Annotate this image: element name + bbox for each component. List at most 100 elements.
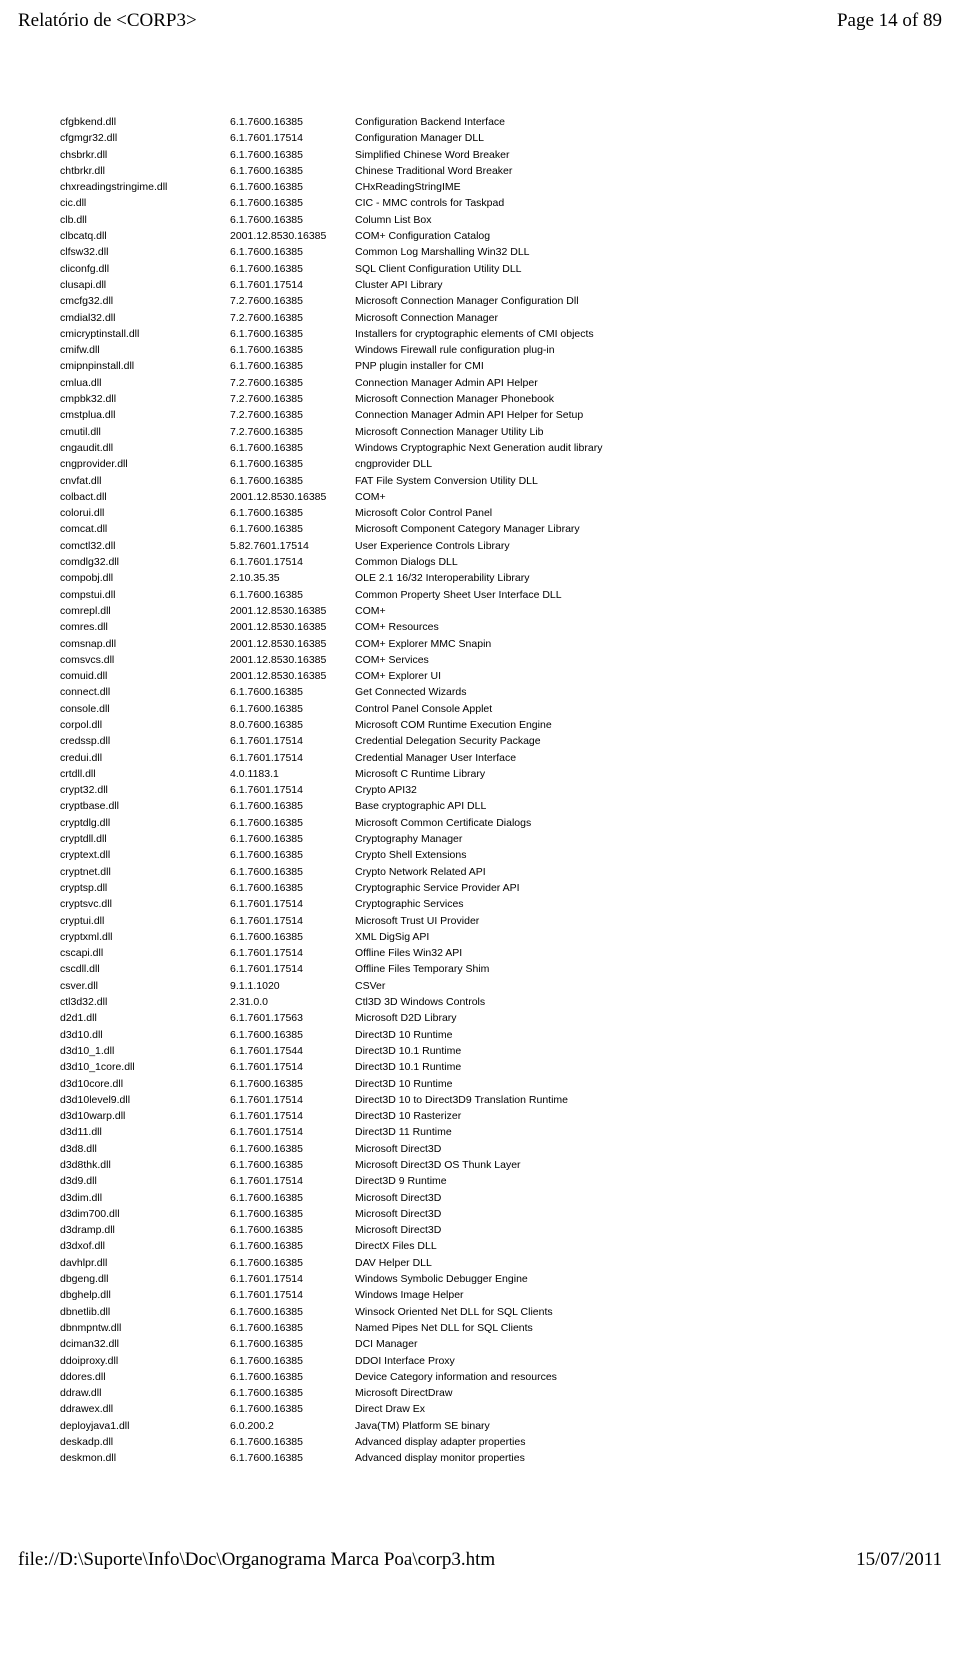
table-row: d3d10core.dll6.1.7600.16385Direct3D 10 R… (60, 1076, 940, 1092)
file-version: 6.1.7600.16385 (230, 815, 355, 831)
file-description: Advanced display adapter properties (355, 1434, 940, 1450)
file-name: console.dll (60, 701, 230, 717)
file-name: deployjava1.dll (60, 1418, 230, 1434)
table-row: clb.dll6.1.7600.16385Column List Box (60, 212, 940, 228)
table-row: deployjava1.dll6.0.200.2Java(TM) Platfor… (60, 1418, 940, 1434)
table-row: cngaudit.dll6.1.7600.16385Windows Crypto… (60, 440, 940, 456)
table-row: cryptdll.dll6.1.7600.16385Cryptography M… (60, 831, 940, 847)
file-name: cryptnet.dll (60, 864, 230, 880)
file-description: Named Pipes Net DLL for SQL Clients (355, 1320, 940, 1336)
file-description: CSVer (355, 978, 940, 994)
file-table: cfgbkend.dll6.1.7600.16385Configuration … (0, 40, 960, 1487)
table-row: dbgeng.dll6.1.7601.17514Windows Symbolic… (60, 1271, 940, 1287)
file-name: d3d10.dll (60, 1027, 230, 1043)
table-row: cmlua.dll7.2.7600.16385Connection Manage… (60, 375, 940, 391)
file-description: Cryptographic Services (355, 896, 940, 912)
file-description: COM+ Services (355, 652, 940, 668)
table-row: comsvcs.dll2001.12.8530.16385COM+ Servic… (60, 652, 940, 668)
file-description: Cryptography Manager (355, 831, 940, 847)
table-row: comcat.dll6.1.7600.16385Microsoft Compon… (60, 521, 940, 537)
file-name: d3d10level9.dll (60, 1092, 230, 1108)
table-row: ddrawex.dll6.1.7600.16385Direct Draw Ex (60, 1401, 940, 1417)
file-description: OLE 2.1 16/32 Interoperability Library (355, 570, 940, 586)
file-name: compstui.dll (60, 587, 230, 603)
file-description: DAV Helper DLL (355, 1255, 940, 1271)
file-description: Direct3D 11 Runtime (355, 1124, 940, 1140)
file-version: 6.1.7600.16385 (230, 1401, 355, 1417)
file-description: XML DigSig API (355, 929, 940, 945)
file-name: comctl32.dll (60, 538, 230, 554)
page-header: Relatório de <CORP3> Page 14 of 89 (0, 0, 960, 40)
file-version: 6.1.7600.16385 (230, 114, 355, 130)
file-name: cmifw.dll (60, 342, 230, 358)
file-description: Microsoft Connection Manager Utility Lib (355, 424, 940, 440)
file-version: 6.1.7601.17514 (230, 1287, 355, 1303)
file-description: COM+ Configuration Catalog (355, 228, 940, 244)
file-description: Control Panel Console Applet (355, 701, 940, 717)
file-version: 6.1.7600.16385 (230, 701, 355, 717)
footer-date: 15/07/2011 (856, 1549, 942, 1571)
table-row: colorui.dll6.1.7600.16385Microsoft Color… (60, 505, 940, 521)
file-version: 9.1.1.1020 (230, 978, 355, 994)
file-name: dbnmpntw.dll (60, 1320, 230, 1336)
file-description: Crypto Network Related API (355, 864, 940, 880)
file-version: 6.1.7600.16385 (230, 358, 355, 374)
file-name: d3d8thk.dll (60, 1157, 230, 1173)
file-description: Microsoft D2D Library (355, 1010, 940, 1026)
file-name: credssp.dll (60, 733, 230, 749)
table-row: cryptsp.dll6.1.7600.16385Cryptographic S… (60, 880, 940, 896)
file-description: COM+ Resources (355, 619, 940, 635)
file-description: Microsoft Trust UI Provider (355, 913, 940, 929)
file-version: 7.2.7600.16385 (230, 293, 355, 309)
table-row: clfsw32.dll6.1.7600.16385Common Log Mars… (60, 244, 940, 260)
file-name: dbghelp.dll (60, 1287, 230, 1303)
table-row: cscdll.dll6.1.7601.17514Offline Files Te… (60, 961, 940, 977)
file-version: 6.1.7600.16385 (230, 1141, 355, 1157)
table-row: d3d10level9.dll6.1.7601.17514Direct3D 10… (60, 1092, 940, 1108)
table-row: chsbrkr.dll6.1.7600.16385Simplified Chin… (60, 147, 940, 163)
file-description: Get Connected Wizards (355, 684, 940, 700)
file-name: cryptdlg.dll (60, 815, 230, 831)
table-row: cmifw.dll6.1.7600.16385Windows Firewall … (60, 342, 940, 358)
file-version: 2.10.35.35 (230, 570, 355, 586)
table-row: cmcfg32.dll7.2.7600.16385Microsoft Conne… (60, 293, 940, 309)
file-name: d3dim700.dll (60, 1206, 230, 1222)
file-name: d3d10_1.dll (60, 1043, 230, 1059)
file-description: Microsoft Component Category Manager Lib… (355, 521, 940, 537)
file-name: d3d11.dll (60, 1124, 230, 1140)
file-name: d3d8.dll (60, 1141, 230, 1157)
file-version: 6.1.7600.16385 (230, 1353, 355, 1369)
table-row: cmicryptinstall.dll6.1.7600.16385Install… (60, 326, 940, 342)
table-row: d2d1.dll6.1.7601.17563Microsoft D2D Libr… (60, 1010, 940, 1026)
file-description: Offline Files Temporary Shim (355, 961, 940, 977)
file-description: Windows Symbolic Debugger Engine (355, 1271, 940, 1287)
file-name: d3d9.dll (60, 1173, 230, 1189)
file-name: cryptext.dll (60, 847, 230, 863)
table-row: crtdll.dll4.0.1183.1Microsoft C Runtime … (60, 766, 940, 782)
file-description: Direct3D 10 Rasterizer (355, 1108, 940, 1124)
file-name: cmutil.dll (60, 424, 230, 440)
file-description: Microsoft Connection Manager (355, 310, 940, 326)
file-name: davhlpr.dll (60, 1255, 230, 1271)
file-version: 6.1.7600.16385 (230, 880, 355, 896)
file-description: Windows Image Helper (355, 1287, 940, 1303)
file-name: ddoiproxy.dll (60, 1353, 230, 1369)
file-name: comcat.dll (60, 521, 230, 537)
file-version: 6.1.7600.16385 (230, 1027, 355, 1043)
file-description: Microsoft Connection Manager Phonebook (355, 391, 940, 407)
table-row: comdlg32.dll6.1.7601.17514Common Dialogs… (60, 554, 940, 570)
file-version: 6.1.7600.16385 (230, 831, 355, 847)
file-description: DCI Manager (355, 1336, 940, 1352)
file-name: clbcatq.dll (60, 228, 230, 244)
header-title: Relatório de <CORP3> (18, 10, 197, 32)
footer-path: file://D:\Suporte\Info\Doc\Organograma M… (18, 1549, 495, 1571)
file-description: Microsoft Connection Manager Configurati… (355, 293, 940, 309)
file-description: Common Dialogs DLL (355, 554, 940, 570)
table-row: ddoiproxy.dll6.1.7600.16385DDOI Interfac… (60, 1353, 940, 1369)
file-description: Microsoft COM Runtime Execution Engine (355, 717, 940, 733)
file-name: cmdial32.dll (60, 310, 230, 326)
file-version: 6.0.200.2 (230, 1418, 355, 1434)
table-row: cryptext.dll6.1.7600.16385Crypto Shell E… (60, 847, 940, 863)
file-name: corpol.dll (60, 717, 230, 733)
file-version: 2001.12.8530.16385 (230, 668, 355, 684)
